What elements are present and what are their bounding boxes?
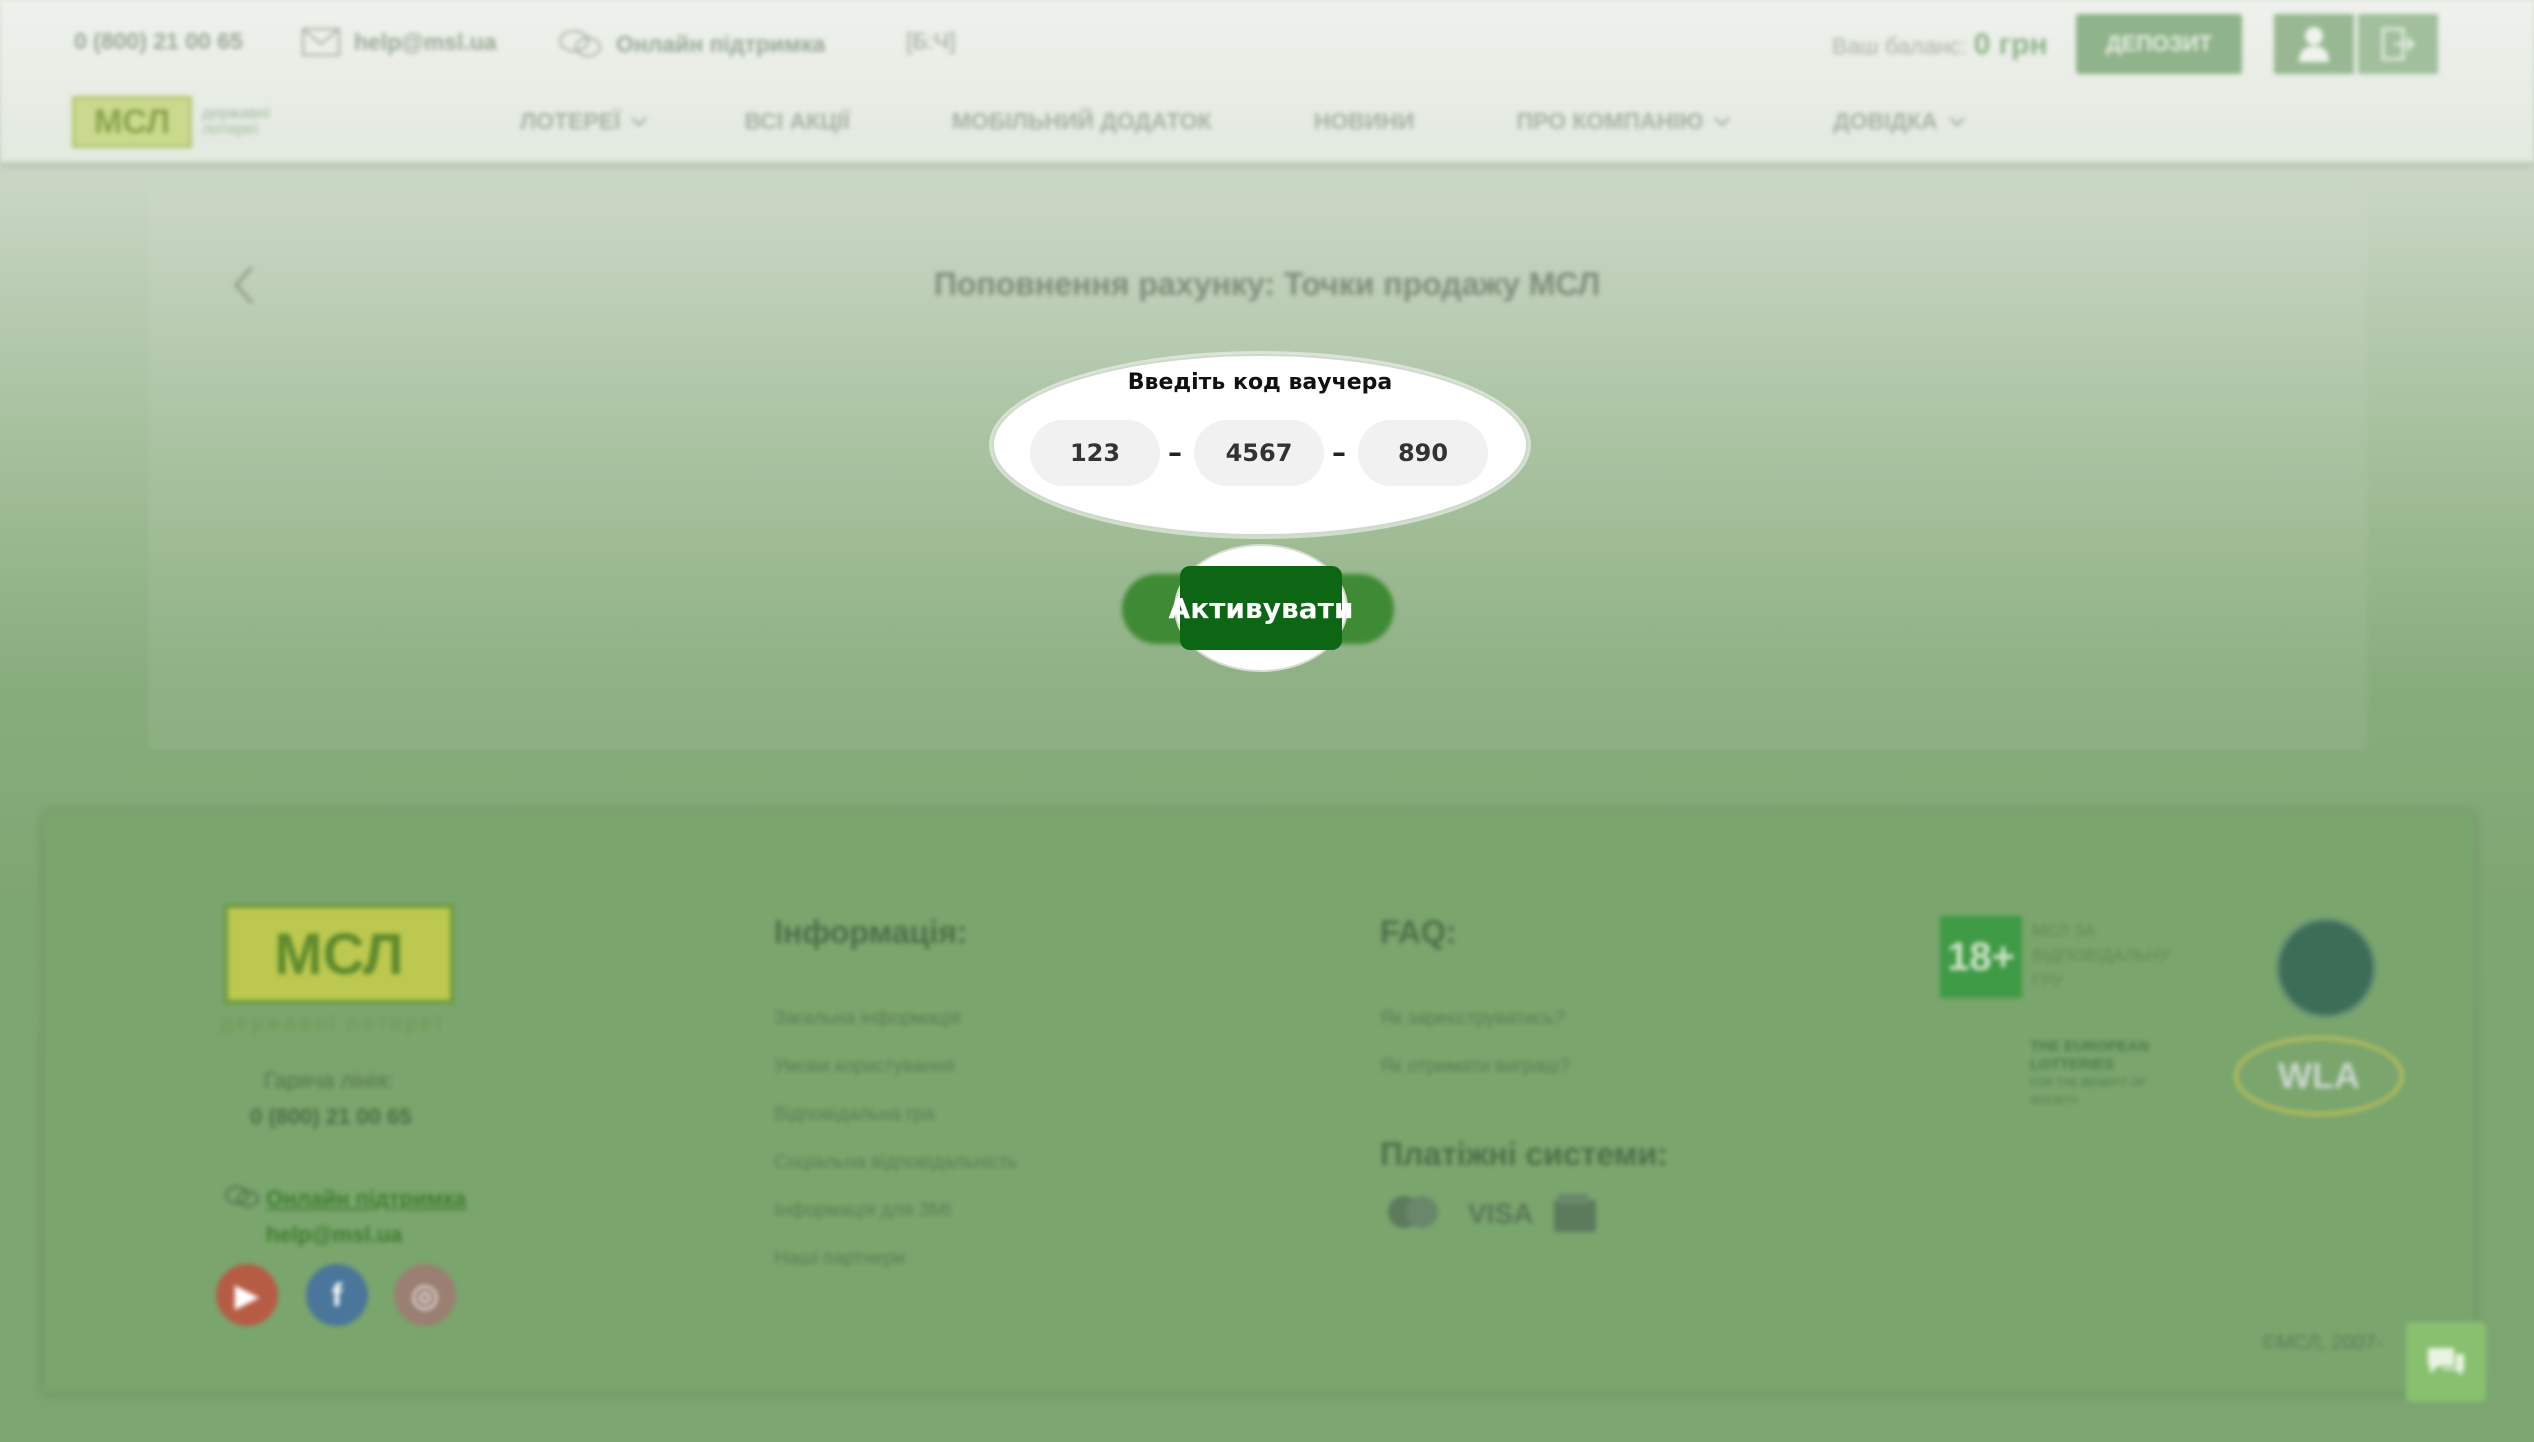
nav-mobile-app[interactable]: МОБІЛЬНИЙ ДОДАТОК <box>952 108 1212 135</box>
footer-link-general-info[interactable]: Загальна інформація <box>774 1008 961 1030</box>
nav-help[interactable]: ДОВІДКА <box>1833 108 1965 135</box>
chat-bubbles-icon <box>559 30 601 57</box>
nav-label: ВСІ АКЦІЇ <box>744 108 850 134</box>
logo-sub-line2: лотереї <box>202 121 259 138</box>
chevron-down-icon <box>1948 116 1965 127</box>
logo-subtitle: державні лотереї <box>202 106 270 138</box>
nav-label: ДОВІДКА <box>1833 108 1938 134</box>
hotline-number[interactable]: 0 (800) 21 00 65 <box>250 1104 411 1130</box>
footer-link-responsible-gaming[interactable]: Відповідальна гра <box>774 1104 934 1126</box>
instagram-icon[interactable]: ◎ <box>394 1264 456 1326</box>
header-phone[interactable]: 0 (800) 21 00 65 <box>74 28 243 55</box>
youtube-icon[interactable]: ▶ <box>216 1264 278 1326</box>
faq-link-register[interactable]: Як зареєструватись? <box>1380 1008 1565 1030</box>
footer-link-terms[interactable]: Умови користування <box>774 1056 955 1078</box>
mastercard-icon <box>1384 1192 1442 1239</box>
wla-text: WLA <box>2278 1055 2360 1096</box>
voucher-code-part2[interactable] <box>1194 420 1324 486</box>
header-phone-text: 0 (800) 21 00 65 <box>74 28 243 54</box>
footer: МСЛ державні лотереї Гаряча лінія: 0 (80… <box>44 812 2474 1392</box>
logo-text: МСЛ <box>94 102 170 141</box>
voucher-label: Введіть код ваучера <box>1127 370 1393 395</box>
nav-label: ЛОТЕРЕЇ <box>520 108 621 134</box>
footer-link-media[interactable]: Інформація для ЗМІ <box>774 1200 951 1222</box>
header-support-text: Онлайн підтримка <box>616 30 826 57</box>
visa-icon: VISA <box>1468 1198 1534 1229</box>
copyright: ©МСЛ, 2007- <box>2262 1332 2383 1354</box>
voucher-code-part1[interactable] <box>1030 420 1160 486</box>
state-seal-icon <box>2276 918 2376 1018</box>
nav-promotions[interactable]: ВСІ АКЦІЇ <box>744 108 849 135</box>
logout-icon <box>2381 27 2415 61</box>
deposit-label: ДЕПОЗИТ <box>2105 31 2213 56</box>
wallet-icon <box>1552 1192 1598 1241</box>
main-nav: ЛОТЕРЕЇ ВСІ АКЦІЇ МОБІЛЬНИЙ ДОДАТОК НОВИ… <box>520 108 1966 135</box>
nav-label: МОБІЛЬНИЙ ДОДАТОК <box>951 108 1212 134</box>
payments-heading: Платіжні системи: <box>1380 1136 1668 1172</box>
hotline-label: Гаряча лінія: <box>264 1068 394 1093</box>
footer-email-link[interactable]: help@msl.ua <box>266 1222 402 1248</box>
nav-label: ПРО КОМПАНІЮ <box>1516 108 1704 134</box>
voucher-code-part3[interactable] <box>1358 420 1488 486</box>
eu-line3: FOR THE BENEFIT OF SOCIETY <box>2030 1077 2146 1107</box>
chevron-down-icon <box>631 116 648 127</box>
footer-logo-text: МСЛ <box>274 921 404 987</box>
wla-logo: WLA <box>2234 1036 2404 1116</box>
header-logo[interactable]: МСЛ державні лотереї <box>72 94 292 150</box>
page-title: Поповнення рахунку: Точки продажу МСЛ <box>933 266 1601 302</box>
faq-heading: FAQ: <box>1380 914 1457 950</box>
info-heading: Інформація: <box>774 914 968 950</box>
logout-button[interactable] <box>2358 14 2438 74</box>
nav-lotteries[interactable]: ЛОТЕРЕЇ <box>520 108 648 135</box>
responsible-gaming-text: МСЛ ЗА ВІДПОВІДАЛЬНУ ГРУ <box>2032 921 2170 990</box>
chat-widget-button[interactable] <box>2406 1322 2486 1402</box>
deposit-button[interactable]: ДЕПОЗИТ <box>2076 14 2242 74</box>
balance: Ваш баланс: 0 грн <box>1832 28 2048 62</box>
top-header: 0 (800) 21 00 65 help@msl.ua Онлайн підт… <box>0 0 2534 162</box>
european-lotteries-logo: THE EUROPEAN LOTTERIES FOR THE BENEFIT O… <box>1940 1038 2190 1110</box>
footer-support-link[interactable]: Онлайн підтримка <box>266 1186 466 1212</box>
chevron-down-icon <box>1714 116 1731 127</box>
nav-label: НОВИНИ <box>1313 108 1415 134</box>
footer-logo[interactable]: МСЛ <box>224 904 454 1004</box>
faq-link-get-winnings[interactable]: Як отримати виграш? <box>1380 1056 1570 1078</box>
activate-button[interactable]: Активувати <box>1169 566 1353 650</box>
nav-news[interactable]: НОВИНИ <box>1314 108 1415 135</box>
user-icon <box>2299 27 2329 62</box>
eu-line1: THE EUROPEAN <box>2030 1038 2150 1055</box>
footer-link-partners[interactable]: Наші партнери <box>774 1248 905 1270</box>
voucher-separator: – <box>1332 436 1346 469</box>
footer-link-social-responsibility[interactable]: Соціальна відповідальність <box>774 1152 1017 1174</box>
eu-line2: LOTTERIES <box>2030 1056 2115 1073</box>
facebook-icon[interactable]: f <box>306 1264 368 1326</box>
balance-label: Ваш баланс: <box>1832 33 1968 59</box>
voucher-separator: – <box>1168 436 1182 469</box>
accessibility-text: [Б:Ч] <box>906 28 956 54</box>
header-email[interactable]: help@msl.ua <box>302 28 497 56</box>
header-support[interactable]: Онлайн підтримка <box>558 28 825 60</box>
chat-bubbles-icon <box>224 1184 260 1217</box>
accessibility-toggle[interactable]: [Б:Ч] <box>906 28 956 55</box>
msl-logo-mark: МСЛ <box>72 96 192 148</box>
age-18-badge: 18+ <box>1940 916 2022 998</box>
chat-icon <box>2428 1348 2464 1376</box>
nav-about[interactable]: ПРО КОМПАНІЮ <box>1517 108 1732 135</box>
header-email-text: help@msl.ua <box>354 28 497 55</box>
logo-sub-line1: державні <box>202 105 270 122</box>
balance-value: 0 грн <box>1973 28 2048 61</box>
profile-button[interactable] <box>2274 14 2354 74</box>
mail-icon <box>302 28 340 56</box>
footer-logo-subtitle: державні лотереї <box>220 1010 445 1035</box>
